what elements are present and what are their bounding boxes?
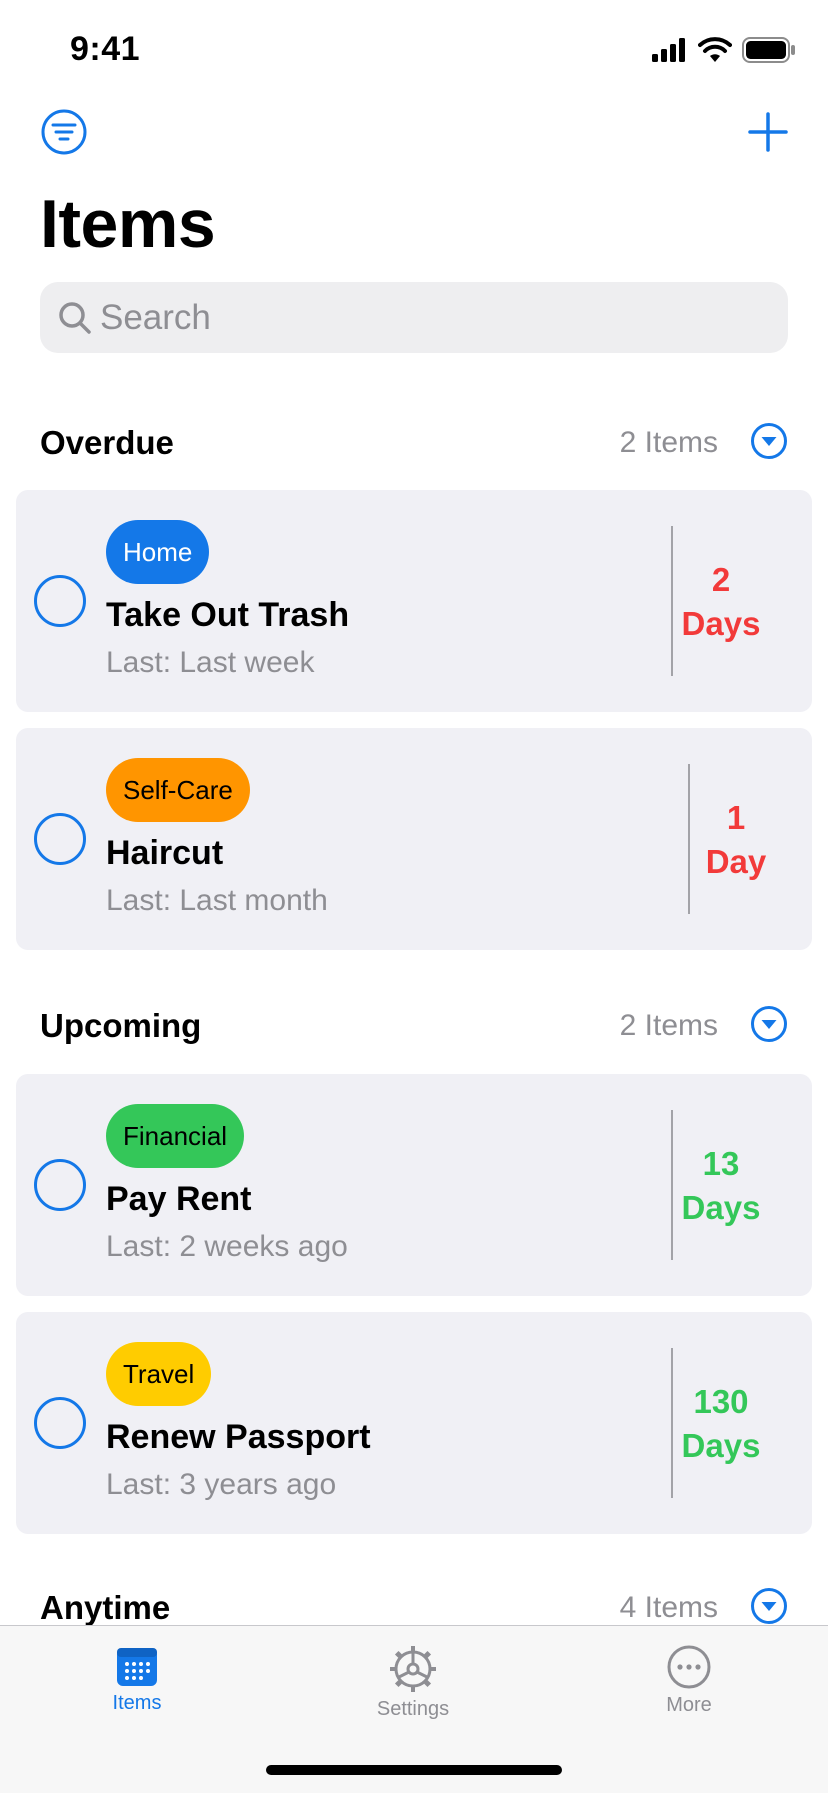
tab-label: More	[666, 1694, 712, 1716]
item-last-done: Last: Last week	[106, 646, 315, 679]
category-tag: Financial	[106, 1104, 245, 1168]
search-bar[interactable]	[40, 282, 788, 353]
tab-label: Items	[112, 1692, 162, 1714]
cellular-signal-icon	[652, 38, 685, 62]
item-last-done: Last: Last month	[106, 884, 328, 917]
due-number: 1	[726, 799, 746, 836]
tab-settings[interactable]: Settings	[333, 1644, 493, 1734]
due-number: 13	[702, 1145, 740, 1182]
item-last-done: Last: 3 years ago	[106, 1468, 337, 1501]
item-title: Renew Passport	[106, 1418, 371, 1456]
tab-items[interactable]: Items	[57, 1644, 217, 1734]
due-number: 2	[711, 561, 731, 598]
item-card-renew-passport[interactable]: Travel Renew Passport Last: 3 years ago …	[16, 1312, 812, 1534]
complete-checkbox[interactable]	[34, 575, 86, 627]
item-title: Haircut	[106, 834, 224, 872]
status-icons	[652, 36, 796, 64]
ellipsis-circle-icon	[667, 1645, 711, 1689]
status-bar: 9:41	[0, 0, 828, 100]
calendar-icon	[117, 1648, 157, 1686]
section-count: 4 Items	[619, 1591, 718, 1624]
due-indicator: 13 Days	[646, 1142, 796, 1230]
search-input[interactable]	[100, 282, 760, 353]
section-count: 2 Items	[619, 1009, 718, 1042]
chevron-down-circle-icon[interactable]	[750, 1005, 788, 1043]
tab-label: Settings	[376, 1698, 450, 1720]
due-unit: Days	[681, 1427, 761, 1464]
filter-lines-icon	[41, 109, 87, 155]
item-title: Pay Rent	[106, 1180, 252, 1218]
page-title: Items	[40, 186, 216, 262]
complete-checkbox[interactable]	[34, 1159, 86, 1211]
category-tag: Home	[106, 520, 210, 584]
due-unit: Day	[705, 843, 767, 880]
plus-icon	[748, 112, 788, 152]
section-title: Anytime	[40, 1589, 171, 1626]
add-item-button[interactable]	[744, 108, 792, 156]
battery-icon	[742, 37, 795, 63]
item-card-haircut[interactable]: Self-Care Haircut Last: Last month 1 Day	[16, 728, 812, 950]
gear-icon	[390, 1646, 436, 1692]
search-icon	[59, 302, 91, 334]
due-indicator: 130 Days	[646, 1380, 796, 1468]
item-title: Take Out Trash	[106, 596, 350, 634]
chevron-down-circle-icon[interactable]	[750, 422, 788, 460]
section-header-overdue: Overdue 2 Items	[40, 420, 788, 470]
home-indicator[interactable]	[266, 1765, 562, 1775]
due-indicator: 1 Day	[676, 796, 796, 884]
status-time: 9:41	[70, 30, 141, 68]
item-last-done: Last: 2 weeks ago	[106, 1230, 348, 1263]
tab-more[interactable]: More	[609, 1644, 769, 1734]
filter-button[interactable]	[40, 108, 88, 156]
section-title: Upcoming	[40, 1007, 202, 1044]
due-unit: Days	[681, 1189, 761, 1226]
section-title: Overdue	[40, 424, 174, 461]
section-header-upcoming: Upcoming 2 Items	[40, 1003, 788, 1053]
due-number: 130	[693, 1383, 749, 1420]
due-indicator: 2 Days	[646, 558, 796, 646]
chevron-down-circle-icon[interactable]	[750, 1587, 788, 1625]
complete-checkbox[interactable]	[34, 1397, 86, 1449]
section-count: 2 Items	[619, 426, 718, 459]
item-card-take-out-trash[interactable]: Home Take Out Trash Last: Last week 2 Da…	[16, 490, 812, 712]
category-tag: Self-Care	[106, 758, 250, 822]
item-card-pay-rent[interactable]: Financial Pay Rent Last: 2 weeks ago 13 …	[16, 1074, 812, 1296]
category-tag: Travel	[106, 1342, 212, 1406]
wifi-icon	[698, 37, 732, 62]
due-unit: Days	[681, 605, 761, 642]
complete-checkbox[interactable]	[34, 813, 86, 865]
